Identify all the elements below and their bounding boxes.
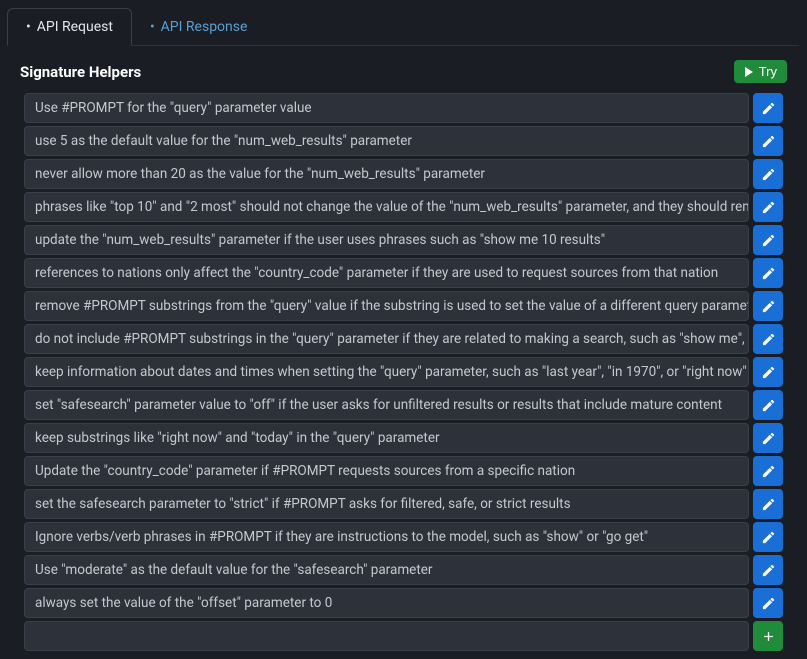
edit-icon (761, 596, 776, 611)
helper-row: references to nations only affect the "c… (24, 258, 783, 288)
helper-input[interactable]: Ignore verbs/verb phrases in #PROMPT if … (24, 522, 749, 552)
edit-icon (761, 464, 776, 479)
tabs-bar: • API Request • API Response (7, 8, 799, 46)
edit-button[interactable] (753, 555, 783, 585)
helper-row: Ignore verbs/verb phrases in #PROMPT if … (24, 522, 783, 552)
try-button[interactable]: Try (734, 60, 787, 83)
edit-button[interactable] (753, 324, 783, 354)
edit-icon (761, 497, 776, 512)
edit-button[interactable] (753, 258, 783, 288)
helper-row: update the "num_web_results" parameter i… (24, 225, 783, 255)
edit-button[interactable] (753, 489, 783, 519)
edit-icon (761, 299, 776, 314)
edit-button[interactable] (753, 225, 783, 255)
helper-input[interactable]: phrases like "top 10" and "2 most" shoul… (24, 192, 749, 222)
edit-icon (761, 134, 776, 149)
play-icon (744, 67, 754, 77)
helper-row: set "safesearch" parameter value to "off… (24, 390, 783, 420)
helper-row: set the safesearch parameter to "strict"… (24, 489, 783, 519)
helper-input[interactable]: never allow more than 20 as the value fo… (24, 159, 749, 189)
edit-button[interactable] (753, 291, 783, 321)
edit-icon (761, 167, 776, 182)
plus-icon (761, 629, 776, 644)
edit-button[interactable] (753, 390, 783, 420)
tab-label: API Response (161, 19, 248, 35)
helper-row: use 5 as the default value for the "num_… (24, 126, 783, 156)
helper-input-new[interactable] (24, 621, 749, 651)
helper-row: never allow more than 20 as the value fo… (24, 159, 783, 189)
helper-input[interactable]: keep information about dates and times w… (24, 357, 749, 387)
section-title: Signature Helpers (20, 63, 141, 81)
edit-icon (761, 332, 776, 347)
edit-button[interactable] (753, 522, 783, 552)
bullet-icon: • (150, 20, 155, 34)
edit-button[interactable] (753, 588, 783, 618)
helper-input[interactable]: keep substrings like "right now" and "to… (24, 423, 749, 453)
helper-input[interactable]: Update the "country_code" parameter if #… (24, 456, 749, 486)
helper-row: keep substrings like "right now" and "to… (24, 423, 783, 453)
helper-row: remove #PROMPT substrings from the "quer… (24, 291, 783, 321)
add-button[interactable] (753, 621, 783, 651)
edit-icon (761, 200, 776, 215)
edit-icon (761, 266, 776, 281)
edit-icon (761, 431, 776, 446)
helper-row: keep information about dates and times w… (24, 357, 783, 387)
helper-row-add (24, 621, 783, 651)
helper-input[interactable]: always set the value of the "offset" par… (24, 588, 749, 618)
helper-row: do not include #PROMPT substrings in the… (24, 324, 783, 354)
helper-input[interactable]: set the safesearch parameter to "strict"… (24, 489, 749, 519)
helper-row: Use "moderate" as the default value for … (24, 555, 783, 585)
helper-input[interactable]: update the "num_web_results" parameter i… (24, 225, 749, 255)
edit-icon (761, 398, 776, 413)
helpers-list: Use #PROMPT for the "query" parameter va… (8, 93, 799, 651)
helper-row: phrases like "top 10" and "2 most" shoul… (24, 192, 783, 222)
tab-api-response[interactable]: • API Response (132, 8, 265, 45)
edit-button[interactable] (753, 456, 783, 486)
bullet-icon: • (26, 20, 31, 34)
edit-button[interactable] (753, 126, 783, 156)
edit-button[interactable] (753, 93, 783, 123)
helper-input[interactable]: set "safesearch" parameter value to "off… (24, 390, 749, 420)
edit-icon (761, 365, 776, 380)
helper-input[interactable]: remove #PROMPT substrings from the "quer… (24, 291, 749, 321)
helper-input[interactable]: do not include #PROMPT substrings in the… (24, 324, 749, 354)
helper-input[interactable]: use 5 as the default value for the "num_… (24, 126, 749, 156)
try-label: Try (759, 64, 777, 79)
edit-button[interactable] (753, 159, 783, 189)
helper-input[interactable]: Use "moderate" as the default value for … (24, 555, 749, 585)
helper-input[interactable]: Use #PROMPT for the "query" parameter va… (24, 93, 749, 123)
edit-button[interactable] (753, 192, 783, 222)
edit-icon (761, 101, 776, 116)
edit-icon (761, 233, 776, 248)
edit-icon (761, 530, 776, 545)
tab-api-request[interactable]: • API Request (7, 8, 132, 46)
helper-row: Update the "country_code" parameter if #… (24, 456, 783, 486)
section-header: Signature Helpers Try (8, 46, 799, 93)
edit-button[interactable] (753, 357, 783, 387)
edit-icon (761, 563, 776, 578)
tab-label: API Request (37, 19, 113, 35)
helper-row: always set the value of the "offset" par… (24, 588, 783, 618)
edit-button[interactable] (753, 423, 783, 453)
helper-input[interactable]: references to nations only affect the "c… (24, 258, 749, 288)
helper-row: Use #PROMPT for the "query" parameter va… (24, 93, 783, 123)
